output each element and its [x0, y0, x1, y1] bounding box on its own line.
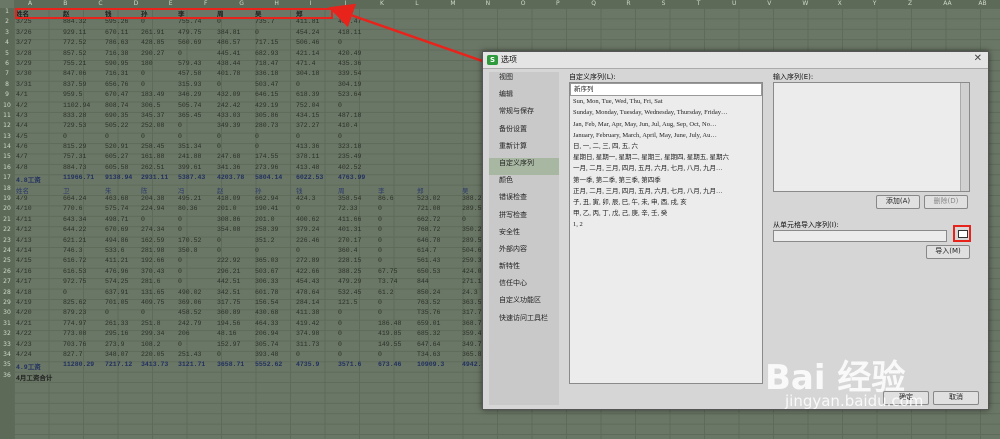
custom-list-item[interactable]: 星期日, 星期一, 星期二, 星期三, 星期四, 星期五, 星期六 — [570, 152, 762, 163]
import-button[interactable]: 导入(M) — [926, 245, 970, 259]
options-dialog: S 选项 ✕ 视图 编辑 常规与保存 备份设置 重新计算 自定义序列 颜色 错误检查 拼写检查安… — [482, 51, 989, 410]
close-icon[interactable]: ✕ — [974, 53, 982, 64]
custom-list-item[interactable]: 1, 2 — [570, 219, 762, 230]
nav-item[interactable]: 编辑 — [489, 89, 559, 106]
custom-list-item[interactable]: 子, 丑, 寅, 卯, 辰, 巳, 午, 未, 申, 酉, 戌, 亥 — [570, 197, 762, 208]
custom-list-item[interactable]: 新序列 — [570, 83, 762, 97]
watermark-url: jingyan.baidu.com — [785, 392, 924, 410]
custom-list-item[interactable]: Sunday, Monday, Tuesday, Wednesday, Thur… — [570, 107, 762, 118]
nav-item[interactable]: 颜色 — [489, 175, 559, 192]
custom-list-label: 自定义序列(L): — [569, 73, 616, 81]
nav-item[interactable]: 安全性 — [489, 227, 559, 244]
nav-item[interactable]: 视图 — [489, 72, 559, 89]
add-button[interactable]: 添加(A) — [876, 195, 920, 209]
scrollbar[interactable] — [960, 83, 969, 191]
nav-item[interactable]: 常规与保存 — [489, 106, 559, 123]
wps-logo-icon: S — [487, 55, 498, 65]
nav-item[interactable]: 拼写检查 — [489, 210, 559, 227]
dialog-title: 选项 — [501, 55, 517, 64]
custom-list-item[interactable]: 日, 一, 二, 三, 四, 五, 六 — [570, 141, 762, 152]
custom-list-item[interactable]: Sun, Mon, Tue, Wed, Thu, Fri, Sat — [570, 96, 762, 107]
custom-list-item[interactable]: 甲, 乙, 丙, 丁, 戊, 己, 庚, 辛, 壬, 癸 — [570, 208, 762, 219]
custom-list-item[interactable]: 一月, 二月, 三月, 四月, 五月, 六月, 七月, 八月, 九月… — [570, 163, 762, 174]
nav-item[interactable]: 快速访问工具栏 — [489, 313, 559, 330]
custom-list-item[interactable]: 正月, 二月, 三月, 四月, 五月, 六月, 七月, 八月, 九月… — [570, 186, 762, 197]
nav-item[interactable]: 自定义功能区 — [489, 295, 559, 312]
cancel-button[interactable]: 取消 — [933, 391, 979, 405]
nav-item[interactable]: 新特性 — [489, 261, 559, 278]
nav-item[interactable]: 重新计算 — [489, 141, 559, 158]
import-label: 从单元格导入序列(I): — [773, 221, 839, 229]
nav-item[interactable]: 自定义序列 — [489, 157, 559, 176]
nav-item[interactable]: 信任中心 — [489, 278, 559, 295]
custom-list-item[interactable]: 第一季, 第二季, 第三季, 第四季 — [570, 175, 762, 186]
nav-item[interactable]: 备份设置 — [489, 124, 559, 141]
options-nav: 视图 编辑 常规与保存 备份设置 重新计算 自定义序列 颜色 错误检查 拼写检查 安全性 外部内容新… — [489, 72, 559, 405]
custom-list-item[interactable]: Jan, Feb, Mar, Apr, May, Jun, Jul, Aug, … — [570, 119, 762, 130]
dialog-titlebar: S 选项 ✕ — [483, 52, 988, 69]
input-list-textarea[interactable] — [773, 82, 970, 192]
nav-item[interactable]: 错误检查 — [489, 192, 559, 209]
range-picker-icon[interactable] — [953, 225, 971, 242]
nav-item[interactable]: 外部内容 — [489, 244, 559, 261]
delete-button[interactable]: 删除(D) — [924, 195, 968, 209]
import-range-input[interactable] — [773, 230, 947, 242]
custom-list-item[interactable]: January, February, March, April, May, Ju… — [570, 130, 762, 141]
input-list-label: 输入序列(E): — [773, 73, 814, 81]
custom-lists-listbox[interactable]: 新序列 Sun, Mon, Tue, Wed, Thu, Fri, Sat Sund… — [569, 82, 763, 384]
